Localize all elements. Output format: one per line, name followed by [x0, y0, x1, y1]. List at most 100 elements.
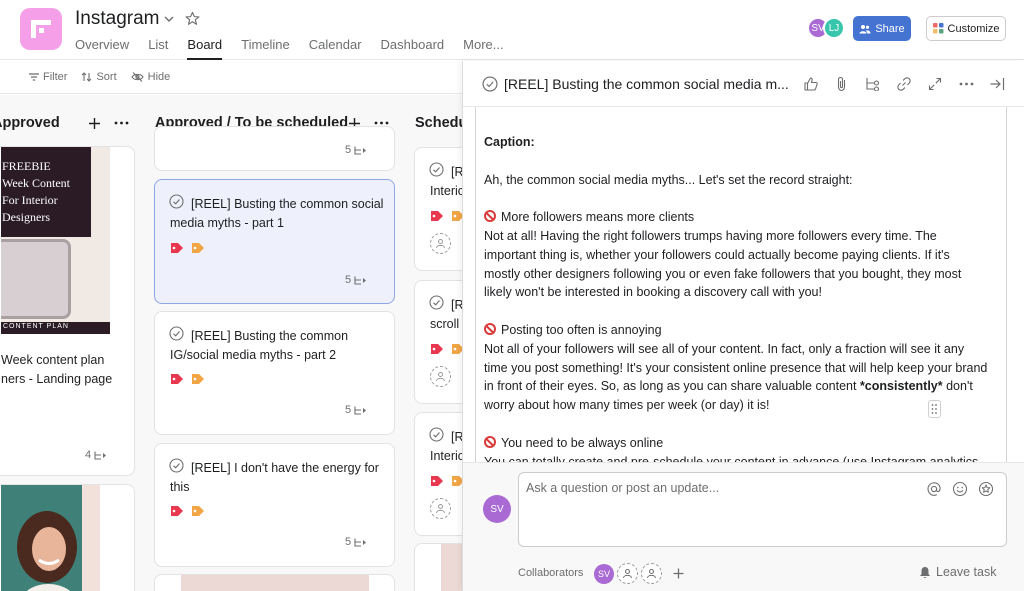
filter-icon — [29, 73, 39, 81]
bell-icon — [920, 566, 930, 578]
comment-input[interactable] — [526, 481, 906, 495]
avatar[interactable]: LJ — [823, 17, 845, 39]
assignee-placeholder-icon[interactable] — [430, 366, 451, 387]
tab-dashboard[interactable]: Dashboard — [381, 37, 445, 59]
eye-slash-icon — [131, 72, 144, 82]
link-icon[interactable] — [895, 75, 913, 93]
collaborator-placeholder-icon[interactable] — [641, 563, 662, 584]
card-tags — [430, 210, 462, 222]
add-collaborator-icon[interactable] — [673, 568, 684, 579]
subtask-count[interactable]: 5 — [345, 404, 369, 416]
card-tags — [430, 475, 462, 487]
cover-text: Week Content — [2, 176, 71, 190]
star-icon[interactable] — [185, 11, 200, 26]
task-title[interactable]: [REEL] Busting the common social media m… — [504, 76, 794, 92]
share-button[interactable]: Share — [853, 16, 911, 41]
subtasks-icon[interactable] — [864, 75, 882, 93]
tab-overview[interactable]: Overview — [75, 37, 129, 59]
collaborator-list: SV — [594, 563, 684, 584]
leave-task-button[interactable]: Leave task — [919, 565, 996, 579]
thumbs-up-icon[interactable] — [802, 75, 820, 93]
more-horizontal-icon[interactable] — [374, 121, 389, 125]
subtask-count[interactable]: 5 — [345, 144, 369, 156]
card-title: [R — [451, 430, 462, 444]
tag-icon — [192, 374, 204, 384]
project-members[interactable]: SV LJ — [807, 17, 845, 39]
subtask-count[interactable]: 5 — [345, 274, 369, 286]
task-card[interactable]: [R Interic — [414, 412, 462, 536]
customize-label: Customize — [947, 22, 1000, 35]
plus-icon[interactable] — [88, 117, 101, 130]
project-title[interactable]: Instagram — [75, 8, 159, 30]
card-title: Interic — [430, 184, 462, 198]
comment-box[interactable] — [518, 472, 1007, 547]
subtask-number: 5 — [345, 144, 352, 156]
card-title: [REEL] Busting the common IG/social medi… — [170, 329, 349, 362]
card-title: ners - Landing page — [1, 372, 113, 386]
task-card[interactable]: [REEL] Busting the common social media m… — [154, 179, 395, 304]
subtask-number: 5 — [345, 404, 352, 416]
column-title[interactable]: Scheduled — [415, 115, 462, 131]
comment-tools — [926, 481, 994, 497]
filter-label: Filter — [43, 71, 68, 83]
tag-icon — [452, 344, 462, 354]
subtask-count[interactable]: 5 — [345, 536, 369, 548]
card-tags — [170, 242, 205, 254]
sort-button[interactable]: Sort — [81, 71, 117, 83]
drag-handle[interactable] — [928, 400, 941, 418]
tab-board[interactable]: Board — [187, 37, 222, 60]
more-horizontal-icon[interactable] — [114, 121, 129, 125]
board: Approved FREEBIE Week Content For Interi… — [0, 95, 462, 591]
task-card[interactable]: [REEL] I don't have the energy for this … — [154, 443, 395, 567]
close-panel-icon[interactable] — [988, 75, 1006, 93]
tab-timeline[interactable]: Timeline — [241, 37, 290, 59]
expand-icon[interactable] — [926, 75, 944, 93]
tag-icon — [192, 243, 204, 253]
comment-area: SV Collaborators SV — [463, 462, 1024, 591]
avatar[interactable]: SV — [594, 563, 614, 584]
task-card[interactable]: [REEL] Busting the common IG/social medi… — [154, 311, 395, 435]
task-card[interactable]: FREEBIE Week Content For Interior Design… — [0, 146, 135, 476]
task-card[interactable]: 5 — [154, 126, 395, 171]
description-heading: Caption: — [484, 135, 535, 149]
paperclip-icon[interactable] — [833, 75, 851, 93]
more-horizontal-icon[interactable] — [957, 75, 975, 93]
description-paragraph: Not at all! Having the right followers t… — [484, 228, 962, 300]
task-card[interactable] — [154, 574, 395, 591]
task-card[interactable]: [R scroll — [414, 280, 462, 404]
subtask-count[interactable]: 4 — [85, 449, 109, 461]
customize-button[interactable]: Customize — [926, 16, 1006, 41]
card-title: [REEL] I don't have the energy for this — [170, 461, 379, 494]
no-entry-icon — [484, 322, 496, 335]
collaborator-placeholder-icon[interactable] — [617, 563, 638, 584]
tab-calendar[interactable]: Calendar — [309, 37, 362, 59]
card-title: [REEL] Busting the common social media m… — [170, 197, 384, 230]
sort-icon — [82, 72, 92, 82]
chevron-down-icon[interactable] — [162, 12, 176, 26]
column-title[interactable]: Approved — [0, 115, 60, 131]
leave-task-label: Leave task — [936, 565, 997, 579]
appreciation-star-icon[interactable] — [978, 481, 994, 497]
complete-task-icon[interactable] — [482, 76, 498, 92]
emoji-icon[interactable] — [952, 481, 968, 497]
description-paragraph: Ah, the common social media myths... Let… — [484, 172, 853, 187]
check-circle-icon[interactable] — [429, 427, 444, 442]
check-circle-icon[interactable] — [429, 295, 444, 310]
task-card[interactable] — [414, 543, 462, 591]
tab-more[interactable]: More... — [463, 37, 503, 59]
tag-icon — [192, 506, 204, 516]
task-card[interactable] — [0, 484, 135, 591]
assignee-placeholder-icon[interactable] — [430, 233, 451, 254]
filter-button[interactable]: Filter — [29, 71, 67, 83]
assignee-placeholder-icon[interactable] — [430, 498, 451, 519]
hide-button[interactable]: Hide — [131, 71, 170, 83]
card-title: Interic — [430, 449, 462, 463]
mention-icon[interactable] — [926, 481, 942, 497]
no-entry-icon — [484, 210, 496, 223]
cover-image — [181, 575, 369, 591]
tab-list[interactable]: List — [148, 37, 168, 59]
task-card[interactable]: [R Interic — [414, 147, 462, 271]
sort-label: Sort — [96, 71, 117, 83]
check-circle-icon[interactable] — [429, 162, 444, 177]
task-detail-header: [REEL] Busting the common social media m… — [463, 61, 1024, 107]
